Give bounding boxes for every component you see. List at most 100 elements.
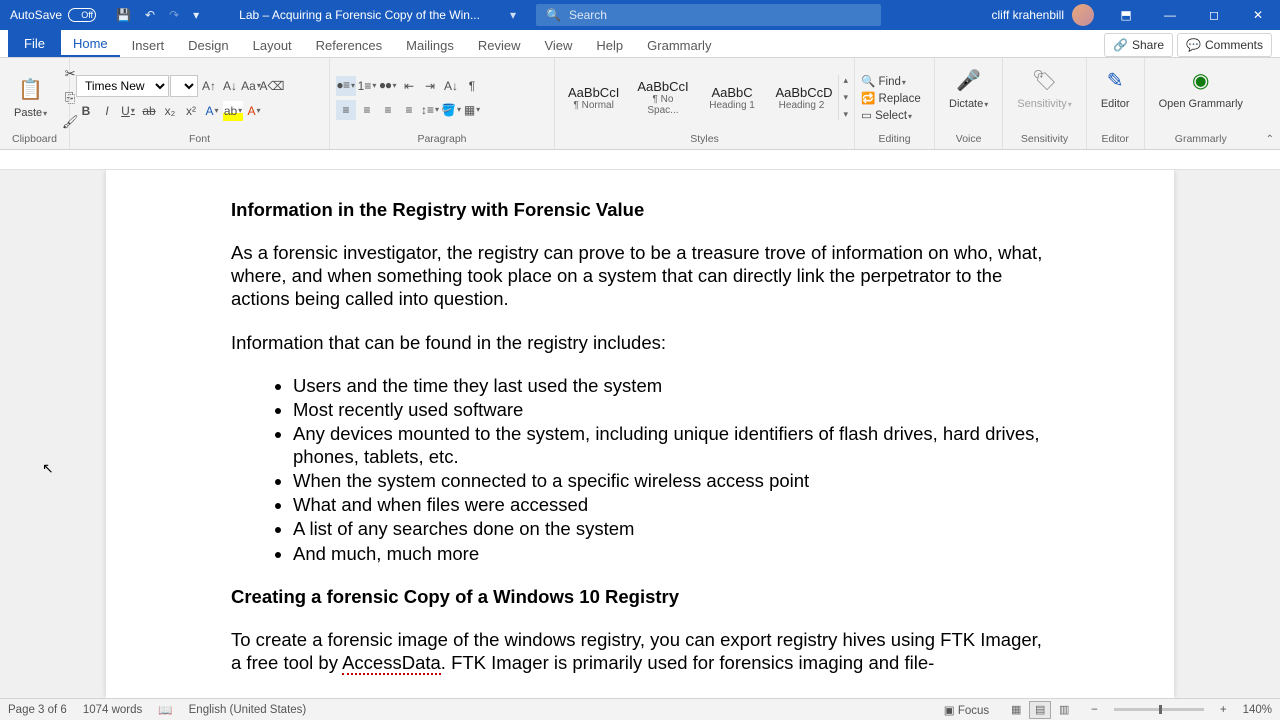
group-voice-label: Voice — [941, 133, 996, 147]
zoom-out-icon[interactable]: − — [1091, 704, 1098, 716]
styles-more-down-icon[interactable]: ▾ — [843, 92, 848, 103]
document-scroll-area[interactable]: ↖ Information in the Registry with Foren… — [0, 170, 1280, 698]
style-tile[interactable]: AaBbCcI¶ Normal — [561, 82, 626, 114]
styles-expand-icon[interactable]: ▾ — [843, 109, 848, 120]
text-effects-icon[interactable]: A — [202, 101, 222, 121]
show-marks-icon[interactable]: ¶ — [462, 76, 482, 96]
change-case-icon[interactable]: Aa — [241, 76, 261, 96]
align-right-icon[interactable]: ≡ — [378, 100, 398, 120]
tab-mailings[interactable]: Mailings — [394, 32, 466, 57]
grow-font-icon[interactable]: A↑ — [199, 76, 219, 96]
shrink-font-icon[interactable]: A↓ — [220, 76, 240, 96]
redo-icon[interactable]: ↷ — [169, 8, 179, 22]
align-center-icon[interactable]: ≡ — [357, 100, 377, 120]
search-box[interactable]: 🔍 — [536, 4, 881, 26]
line-spacing-icon[interactable]: ↕≡ — [420, 100, 440, 120]
highlight-icon[interactable]: ab — [223, 101, 243, 121]
tab-file[interactable]: File — [8, 30, 61, 57]
sensitivity-button[interactable]: 🏷 Sensitivity — [1009, 62, 1080, 114]
ribbon: 📋 Paste ✂ ⎘ 🖌 Clipboard Times New Rom 12… — [0, 58, 1280, 150]
tab-design[interactable]: Design — [176, 32, 240, 57]
style-tile[interactable]: AaBbCHeading 1 — [700, 82, 765, 114]
comments-button[interactable]: 💬 Comments — [1177, 33, 1272, 57]
tab-layout[interactable]: Layout — [241, 32, 304, 57]
tab-view[interactable]: View — [532, 32, 584, 57]
editor-icon: ✎ — [1101, 66, 1129, 94]
quick-access-toolbar: 💾 ↶ ↷ ▾ — [106, 8, 209, 22]
editor-button[interactable]: ✎ Editor — [1093, 62, 1138, 114]
document-page[interactable]: Information in the Registry with Forensi… — [106, 170, 1174, 698]
dictate-button[interactable]: 🎤 Dictate — [941, 62, 996, 114]
tab-home[interactable]: Home — [61, 30, 120, 57]
close-icon[interactable]: ✕ — [1236, 0, 1280, 30]
replace-button[interactable]: 🔁 Replace — [861, 91, 921, 105]
mouse-cursor-icon: ↖ — [42, 460, 54, 477]
web-layout-icon[interactable]: ▥ — [1053, 701, 1075, 719]
undo-icon[interactable]: ↶ — [145, 8, 155, 22]
horizontal-ruler[interactable] — [0, 150, 1280, 170]
paste-button[interactable]: 📋 Paste — [6, 71, 55, 123]
ribbon-display-icon[interactable]: ⬒ — [1104, 0, 1148, 30]
page-count[interactable]: Page 3 of 6 — [8, 704, 67, 716]
list-item: Most recently used software — [293, 398, 1049, 421]
print-layout-icon[interactable]: ▤ — [1029, 701, 1051, 719]
list-item: Any devices mounted to the system, inclu… — [293, 422, 1049, 468]
find-button[interactable]: 🔍 Find — [861, 74, 906, 88]
zoom-slider[interactable] — [1114, 708, 1204, 711]
font-name-combo[interactable]: Times New Rom — [76, 75, 169, 97]
style-tile[interactable]: AaBbCcI¶ No Spac... — [630, 76, 695, 119]
styles-gallery[interactable]: AaBbCcI¶ NormalAaBbCcI¶ No Spac...AaBbCH… — [561, 62, 848, 133]
italic-button[interactable]: I — [97, 101, 117, 121]
style-tile[interactable]: AaBbCcDHeading 2 — [768, 82, 834, 114]
search-input[interactable] — [569, 8, 871, 22]
tab-references[interactable]: References — [304, 32, 394, 57]
word-count[interactable]: 1074 words — [83, 704, 142, 716]
subscript-button[interactable]: x₂ — [160, 101, 180, 121]
user-account[interactable]: cliff krahenbill — [982, 4, 1104, 26]
zoom-in-icon[interactable]: + — [1220, 704, 1227, 716]
justify-icon[interactable]: ≡ — [399, 100, 419, 120]
save-icon[interactable]: 💾 — [116, 8, 131, 22]
font-size-combo[interactable]: 12 — [170, 75, 198, 97]
paste-icon: 📋 — [17, 75, 45, 103]
sort-icon[interactable]: A↓ — [441, 76, 461, 96]
tab-grammarly[interactable]: Grammarly — [635, 32, 723, 57]
zoom-level[interactable]: 140% — [1243, 704, 1272, 716]
numbering-icon[interactable]: 1≡ — [357, 76, 377, 96]
font-color-icon[interactable]: A — [244, 101, 264, 121]
underline-button[interactable]: U — [118, 101, 138, 121]
spelling-error[interactable]: AccessData — [342, 652, 441, 675]
clear-format-icon[interactable]: A⌫ — [262, 76, 282, 96]
borders-icon[interactable]: ▦ — [462, 100, 482, 120]
decrease-indent-icon[interactable]: ⇤ — [399, 76, 419, 96]
share-button[interactable]: 🔗 Share — [1104, 33, 1173, 57]
superscript-button[interactable]: x² — [181, 101, 201, 121]
select-button[interactable]: ▭ Select — [861, 108, 912, 122]
tab-insert[interactable]: Insert — [120, 32, 177, 57]
read-mode-icon[interactable]: ▦ — [1005, 701, 1027, 719]
group-editing-label: Editing — [861, 133, 928, 147]
language-status[interactable]: English (United States) — [189, 704, 307, 716]
tab-help[interactable]: Help — [584, 32, 635, 57]
align-left-icon[interactable]: ≡ — [336, 100, 356, 120]
multilevel-icon[interactable]: ⦁⦁ — [378, 76, 398, 96]
customize-qat-icon[interactable]: ▾ — [193, 8, 199, 22]
group-paragraph-label: Paragraph — [336, 133, 548, 147]
proofing-icon[interactable]: 📖 — [158, 703, 172, 717]
focus-mode-button[interactable]: ▣ Focus — [944, 703, 989, 717]
open-grammarly-button[interactable]: ◉ Open Grammarly — [1151, 62, 1251, 114]
styles-more-up-icon[interactable]: ▴ — [843, 75, 848, 86]
increase-indent-icon[interactable]: ⇥ — [420, 76, 440, 96]
group-clipboard-label: Clipboard — [6, 133, 63, 147]
tab-review[interactable]: Review — [466, 32, 533, 57]
minimize-icon[interactable]: — — [1148, 0, 1192, 30]
bullets-icon[interactable]: ⦁≡ — [336, 76, 356, 96]
group-grammarly-label: Grammarly — [1151, 133, 1251, 147]
strike-button[interactable]: ab — [139, 101, 159, 121]
bold-button[interactable]: B — [76, 101, 96, 121]
shading-icon[interactable]: 🪣 — [441, 100, 461, 120]
autosave-toggle[interactable]: AutoSave Off — [0, 8, 106, 22]
maximize-icon[interactable]: ◻ — [1192, 0, 1236, 30]
title-dropdown-icon[interactable]: ▾ — [510, 8, 536, 22]
collapse-ribbon-icon[interactable]: ⌃ — [1266, 134, 1274, 145]
